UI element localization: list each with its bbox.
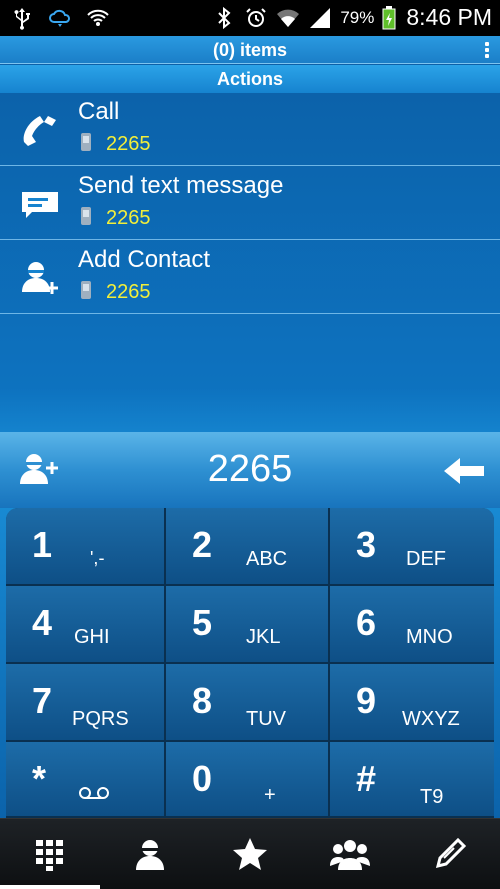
mobile-phone-icon xyxy=(81,133,91,151)
action-title: Call xyxy=(78,98,120,125)
nav-edit[interactable] xyxy=(420,828,480,880)
nav-favorites[interactable] xyxy=(220,828,280,880)
voicemail-icon xyxy=(79,787,109,799)
key-digit: 6 xyxy=(356,602,377,643)
key-6[interactable]: 6 MNO xyxy=(330,586,494,664)
key-3[interactable]: 3 DEF xyxy=(330,508,494,586)
action-add-contact[interactable]: Add Contact 2265 xyxy=(0,240,500,314)
bottom-navigation xyxy=(0,818,500,889)
clock: 8:46 PM xyxy=(406,4,492,30)
key-digit: 3 xyxy=(356,524,377,565)
key-digit: # xyxy=(356,758,377,799)
key-letters: ',- xyxy=(90,548,105,568)
actions-header: Actions xyxy=(0,65,500,93)
contacts-icon xyxy=(136,840,164,870)
dialpad: 1 ',- 2 ABC 3 DEF 4 GHI 5 JKL 6 MNO 7 PQRS 8 TUV… xyxy=(6,508,494,818)
key-7[interactable]: 7 PQRS xyxy=(6,664,166,742)
key-letters: JKL xyxy=(246,626,281,648)
nav-dialpad[interactable] xyxy=(20,828,80,880)
alarm-icon xyxy=(246,7,267,27)
key-0[interactable]: 0 + xyxy=(166,742,330,818)
backspace-arrow-icon[interactable] xyxy=(442,456,486,486)
key-digit: 2 xyxy=(192,524,213,565)
key-digit: 1 xyxy=(32,524,53,565)
action-call[interactable]: Call 2265 xyxy=(0,92,500,166)
action-title: Send text message xyxy=(78,172,284,199)
favorites-star-icon xyxy=(233,838,267,870)
key-8[interactable]: 8 TUV xyxy=(166,664,330,742)
action-number: 2265 xyxy=(106,133,151,155)
message-icon xyxy=(22,192,58,218)
key-letters: ABC xyxy=(246,548,288,570)
key-4[interactable]: 4 GHI xyxy=(6,586,166,664)
key-letters: TUV xyxy=(246,708,286,730)
key-hash[interactable]: # T9 xyxy=(330,742,494,818)
key-letters: MNO xyxy=(406,626,453,648)
nav-contacts[interactable] xyxy=(120,828,180,880)
key-digit: 5 xyxy=(192,602,213,643)
battery-icon xyxy=(382,5,396,29)
key-letters: GHI xyxy=(74,626,110,648)
overflow-menu-icon[interactable] xyxy=(484,42,490,60)
action-title: Add Contact xyxy=(78,246,211,273)
key-letters: T9 xyxy=(420,786,444,808)
edit-pencil-icon xyxy=(435,837,467,869)
action-number: 2265 xyxy=(106,281,151,303)
key-letters: DEF xyxy=(406,548,446,570)
nav-groups[interactable] xyxy=(320,828,380,880)
key-5[interactable]: 5 JKL xyxy=(166,586,330,664)
key-digit: 8 xyxy=(192,680,213,721)
key-2[interactable]: 2 ABC xyxy=(166,508,330,586)
key-star[interactable]: * xyxy=(6,742,166,818)
usb-icon xyxy=(14,8,30,30)
action-number: 2265 xyxy=(106,207,151,229)
wifi-icon xyxy=(277,9,300,27)
action-send-text[interactable]: Send text message 2265 xyxy=(0,166,500,240)
key-digit: 0 xyxy=(192,758,213,799)
wifi-hotspot-icon xyxy=(87,9,109,26)
key-letters: + xyxy=(264,784,276,806)
key-digit: 7 xyxy=(32,680,53,721)
key-digit: 9 xyxy=(356,680,377,721)
battery-percent: 79% xyxy=(340,7,375,27)
action-list: Call 2265 Send text message 2265 Add Con… xyxy=(0,92,500,314)
add-contact-icon xyxy=(22,262,58,294)
mobile-phone-icon xyxy=(81,281,91,299)
active-tab-indicator xyxy=(0,885,100,889)
key-digit: 4 xyxy=(32,602,53,643)
key-1[interactable]: 1 ',- xyxy=(6,508,166,586)
phone-handset-icon xyxy=(23,116,56,146)
dialed-number[interactable]: 2265 xyxy=(0,448,500,491)
cloud-sync-icon xyxy=(49,9,70,27)
dialpad-icon xyxy=(36,840,63,871)
groups-icon xyxy=(330,840,370,870)
bluetooth-icon xyxy=(218,6,231,29)
key-9[interactable]: 9 WXYZ xyxy=(330,664,494,742)
key-letters: WXYZ xyxy=(402,708,460,730)
number-entry-bar: 2265 xyxy=(0,432,500,508)
mobile-phone-icon xyxy=(81,207,91,225)
items-count-header: (0) items xyxy=(0,36,500,64)
status-bar: 79% 8:46 PM xyxy=(0,0,500,36)
signal-icon xyxy=(310,7,331,28)
key-digit: * xyxy=(32,758,47,799)
key-letters: PQRS xyxy=(72,708,129,730)
